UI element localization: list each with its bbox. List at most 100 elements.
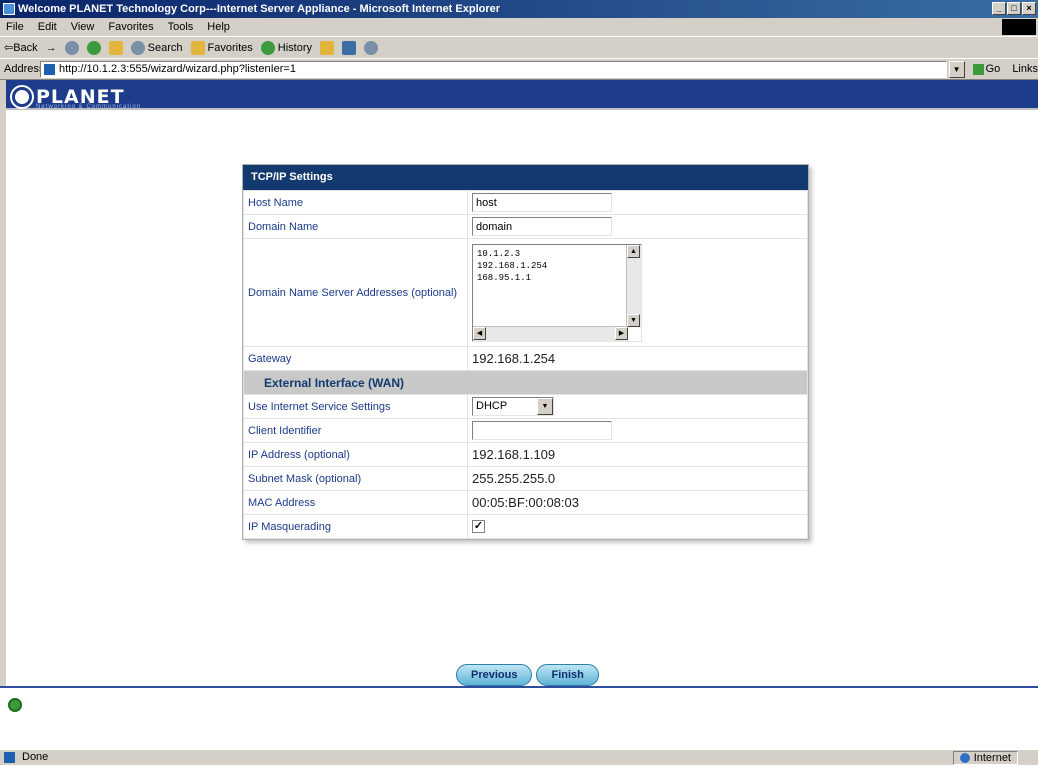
banner-divider [6,108,1038,110]
back-label: ⇦Back [4,42,38,54]
address-bar: Address http://10.1.2.3:555/wizard/wizar… [0,58,1038,80]
search-label: Search [147,41,183,54]
home-button[interactable] [108,40,123,55]
host-name-input[interactable] [472,193,612,212]
tcpip-settings-panel: TCP/IP Settings Host Name Domain Name Do… [242,164,809,540]
links-button[interactable]: Links [1012,63,1038,75]
address-label: Address [4,63,45,75]
isp-settings-row: Use Internet Service Settings DHCP ▼ [243,394,808,419]
subnet-mask-row: Subnet Mask (optional) 255.255.255.0 [243,466,808,491]
ip-masquerading-checkbox[interactable]: ✓ [472,520,485,533]
menu-favorites[interactable]: Favorites [108,21,153,33]
go-arrow-icon [972,63,984,75]
isp-settings-label: Use Internet Service Settings [243,394,468,419]
client-identifier-label: Client Identifier [243,418,468,443]
host-name-label: Host Name [243,190,468,215]
status-bar: Done Internet [0,749,1038,765]
menu-file[interactable]: File [6,21,24,33]
search-icon [130,40,145,55]
domain-name-row: Domain Name [243,214,808,239]
refresh-button[interactable] [86,40,101,55]
menu-help[interactable]: Help [207,21,230,33]
chevron-down-icon[interactable]: ▼ [537,398,553,415]
dns-lines: 10.1.2.3 192.168.1.254 168.95.1.1 [477,248,547,284]
favorites-icon [190,40,205,55]
page-content: PLANET Networking & Communication TCP/IP… [0,80,1038,686]
client-identifier-row: Client Identifier [243,418,808,443]
minimize-button[interactable]: _ [992,2,1006,15]
search-button[interactable]: Search [130,40,183,55]
done-page-icon [4,752,15,763]
address-url: http://10.1.2.3:555/wizard/wizard.php?li… [59,62,296,75]
favorites-button[interactable]: Favorites [190,40,253,55]
dns-textarea[interactable]: 10.1.2.3 192.168.1.254 168.95.1.1 ▲ ▼ ◀ … [472,243,642,342]
menu-tools[interactable]: Tools [168,21,194,33]
settings-table: Host Name Domain Name Domain Name Server… [243,190,808,539]
wan-section-row: External Interface (WAN) [243,370,808,395]
scroll-right-icon[interactable]: ▶ [615,326,628,340]
menu-view[interactable]: View [71,21,95,33]
back-button[interactable]: ⇦Back [4,41,38,54]
home-icon [108,40,123,55]
planet-banner: PLANET Networking & Communication [6,80,1038,142]
subnet-mask-label: Subnet Mask (optional) [243,466,468,491]
maximize-button[interactable]: □ [1007,2,1021,15]
windows-logo-icon [1002,19,1036,35]
zone-label: Internet [973,751,1011,764]
refresh-icon [86,40,101,55]
client-identifier-input[interactable] [472,421,612,440]
stop-icon [64,40,79,55]
mail-icon [320,40,335,55]
domain-name-label: Domain Name [243,214,468,239]
wan-section-heading: External Interface (WAN) [243,370,808,395]
mac-address-value: 00:05:BF:00:08:03 [467,490,808,515]
edit-button[interactable] [364,40,379,55]
ip-masquerading-row: IP Masquerading ✓ [243,514,808,539]
stop-button[interactable] [64,40,79,55]
subnet-mask-value: 255.255.255.0 [467,466,808,491]
scroll-up-icon[interactable]: ▲ [627,244,640,258]
print-icon [342,40,357,55]
domain-name-input[interactable] [472,217,612,236]
dns-line-2: 192.168.1.254 [477,260,548,271]
edit-icon [364,40,379,55]
forward-label: → [45,41,57,54]
window-controls: _ □ × [992,2,1036,15]
go-button[interactable]: Go [972,63,1001,75]
print-button[interactable] [342,40,357,55]
isp-settings-value: DHCP [476,400,508,412]
go-label: Go [985,63,1001,75]
scroll-down-icon[interactable]: ▼ [627,313,640,327]
address-input[interactable]: http://10.1.2.3:555/wizard/wizard.php?li… [40,60,947,78]
gateway-row: Gateway 192.168.1.254 [243,346,808,371]
status-ok-icon [8,698,22,712]
dns-horizontal-scrollbar[interactable]: ◀ ▶ [473,325,628,341]
dns-vertical-scrollbar[interactable]: ▲ ▼ [626,244,641,327]
forward-button[interactable]: → [46,42,57,54]
history-icon [260,40,275,55]
previous-button[interactable]: Previous [456,664,533,686]
ip-address-value: 192.168.1.109 [467,442,808,467]
menu-edit[interactable]: Edit [38,21,57,33]
planet-tagline: Networking & Communication [36,104,142,110]
address-dropdown-button[interactable]: ▼ [948,60,965,78]
host-name-row: Host Name [243,190,808,215]
ip-address-label: IP Address (optional) [243,442,468,467]
window-title: Welcome PLANET Technology Corp---Interne… [18,3,501,15]
panel-title: TCP/IP Settings [243,165,808,190]
scroll-left-icon[interactable]: ◀ [473,326,486,340]
history-button[interactable]: History [260,40,312,55]
menu-bar: File Edit View Favorites Tools Help [0,18,1038,36]
status-text: Done [22,751,49,763]
dns-line-1: 10.1.2.3 [477,248,521,259]
finish-button[interactable]: Finish [536,664,599,686]
page-footer [0,686,1038,736]
mail-button[interactable] [320,40,335,55]
gateway-label: Gateway [243,346,468,371]
close-button[interactable]: × [1022,2,1036,15]
planet-logo-icon [12,87,32,107]
dns-label: Domain Name Server Addresses (optional) [243,238,468,347]
isp-settings-select[interactable]: DHCP ▼ [472,397,554,416]
dns-line-3: 168.95.1.1 [477,272,532,283]
globe-icon [959,753,970,763]
